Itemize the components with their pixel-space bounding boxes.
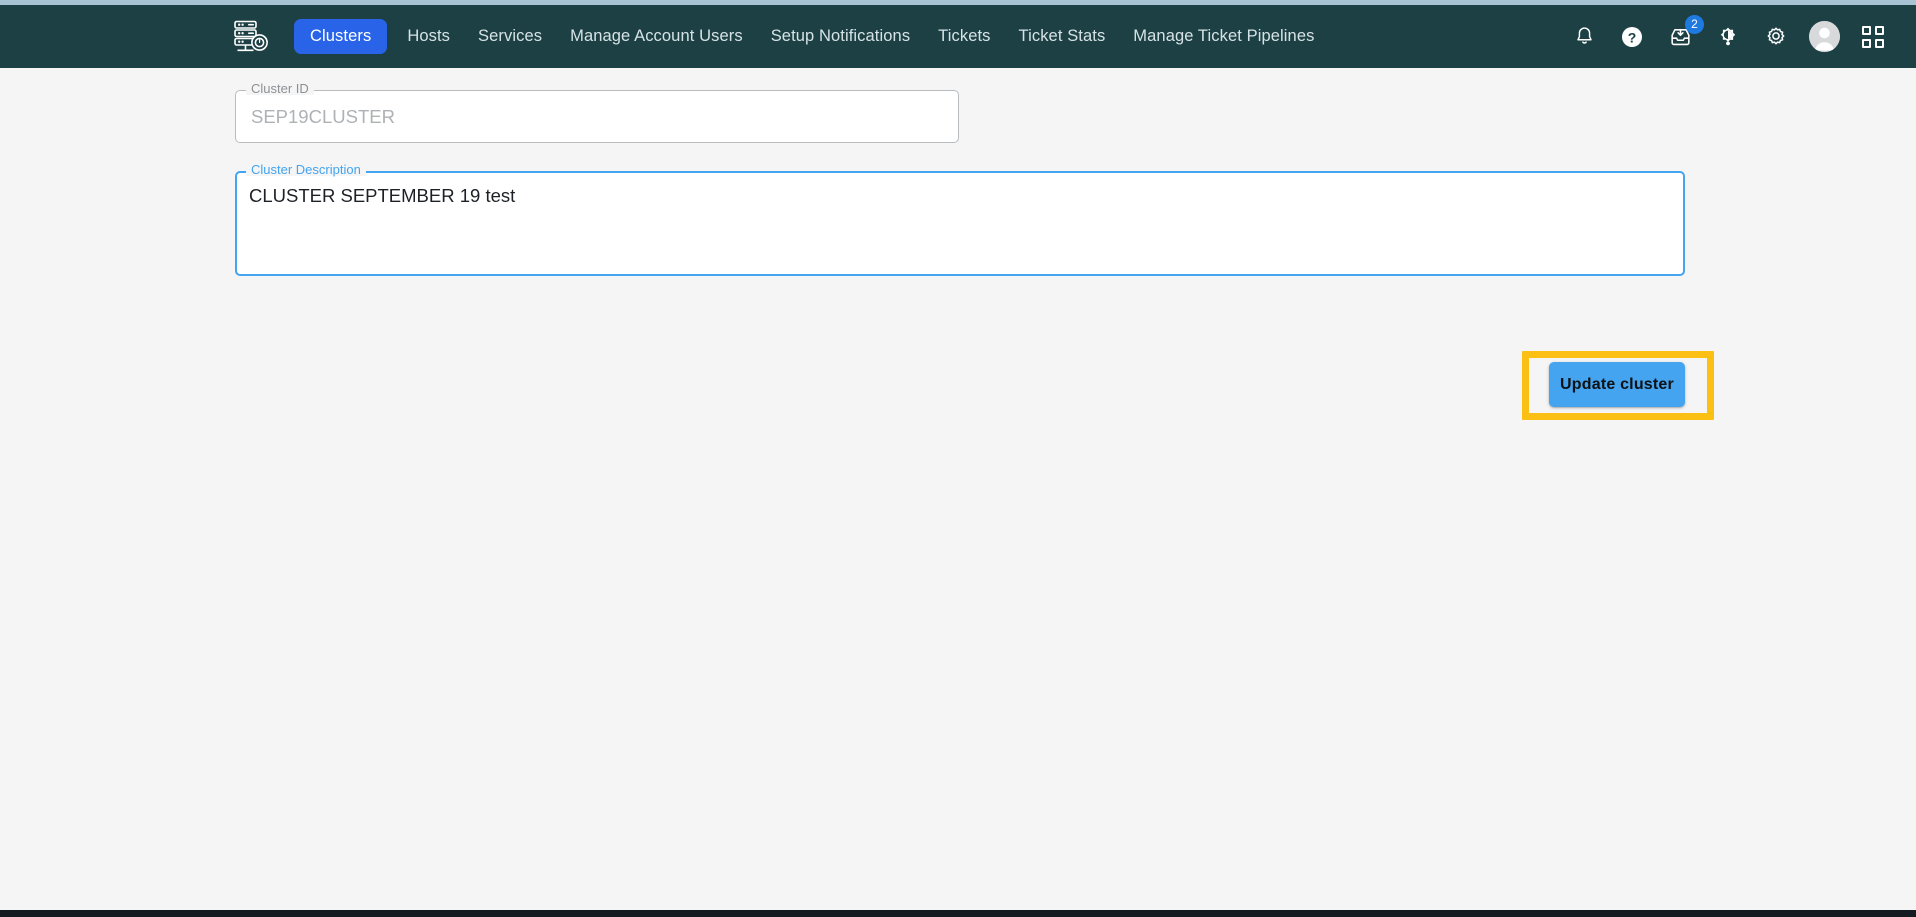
header-icon-group: ? 2 bbox=[1569, 14, 1898, 52]
cluster-id-input[interactable] bbox=[235, 90, 959, 143]
nav-item-setup-notifications[interactable]: Setup Notifications bbox=[757, 19, 924, 54]
brightness-contrast-icon bbox=[1720, 27, 1736, 45]
cluster-id-label: Cluster ID bbox=[246, 82, 314, 95]
update-cluster-button[interactable]: Update cluster bbox=[1549, 362, 1685, 407]
cluster-id-field[interactable]: Cluster ID bbox=[235, 82, 959, 143]
nav-item-manage-ticket-pipelines[interactable]: Manage Ticket Pipelines bbox=[1119, 19, 1328, 54]
nav-item-ticket-stats[interactable]: Ticket Stats bbox=[1005, 19, 1120, 54]
main-nav: Clusters Hosts Services Manage Account U… bbox=[294, 19, 1328, 54]
app-header: Clusters Hosts Services Manage Account U… bbox=[0, 5, 1916, 68]
settings-button[interactable] bbox=[1761, 22, 1791, 52]
nav-item-clusters[interactable]: Clusters bbox=[294, 19, 388, 54]
page-body: Cluster ID Cluster Description Update cl… bbox=[0, 68, 1916, 917]
svg-text:?: ? bbox=[1628, 29, 1637, 45]
apps-button[interactable] bbox=[1858, 22, 1888, 52]
bell-icon bbox=[1576, 27, 1592, 44]
cluster-description-label: Cluster Description bbox=[246, 163, 366, 176]
avatar[interactable] bbox=[1809, 21, 1840, 52]
nav-item-manage-account-users[interactable]: Manage Account Users bbox=[556, 19, 757, 54]
nav-item-services[interactable]: Services bbox=[464, 19, 556, 54]
help-button[interactable]: ? bbox=[1617, 22, 1647, 52]
cluster-description-textarea[interactable] bbox=[235, 171, 1685, 276]
nav-item-tickets[interactable]: Tickets bbox=[924, 19, 1004, 54]
app-logo[interactable] bbox=[228, 15, 272, 59]
server-stack-clock-icon bbox=[234, 20, 268, 51]
theme-toggle-button[interactable] bbox=[1713, 22, 1743, 52]
notifications-button[interactable] bbox=[1569, 22, 1599, 52]
gear-icon bbox=[1767, 26, 1785, 45]
nav-item-hosts[interactable]: Hosts bbox=[393, 19, 464, 54]
avatar-icon bbox=[1809, 21, 1840, 52]
help-circle-icon: ? bbox=[1622, 26, 1642, 47]
inbox-badge: 2 bbox=[1685, 14, 1704, 34]
cluster-description-field[interactable]: Cluster Description bbox=[235, 163, 1685, 276]
inbox-button[interactable]: 2 bbox=[1665, 14, 1704, 52]
footer-bar bbox=[0, 910, 1916, 917]
apps-grid-icon bbox=[1862, 25, 1884, 48]
